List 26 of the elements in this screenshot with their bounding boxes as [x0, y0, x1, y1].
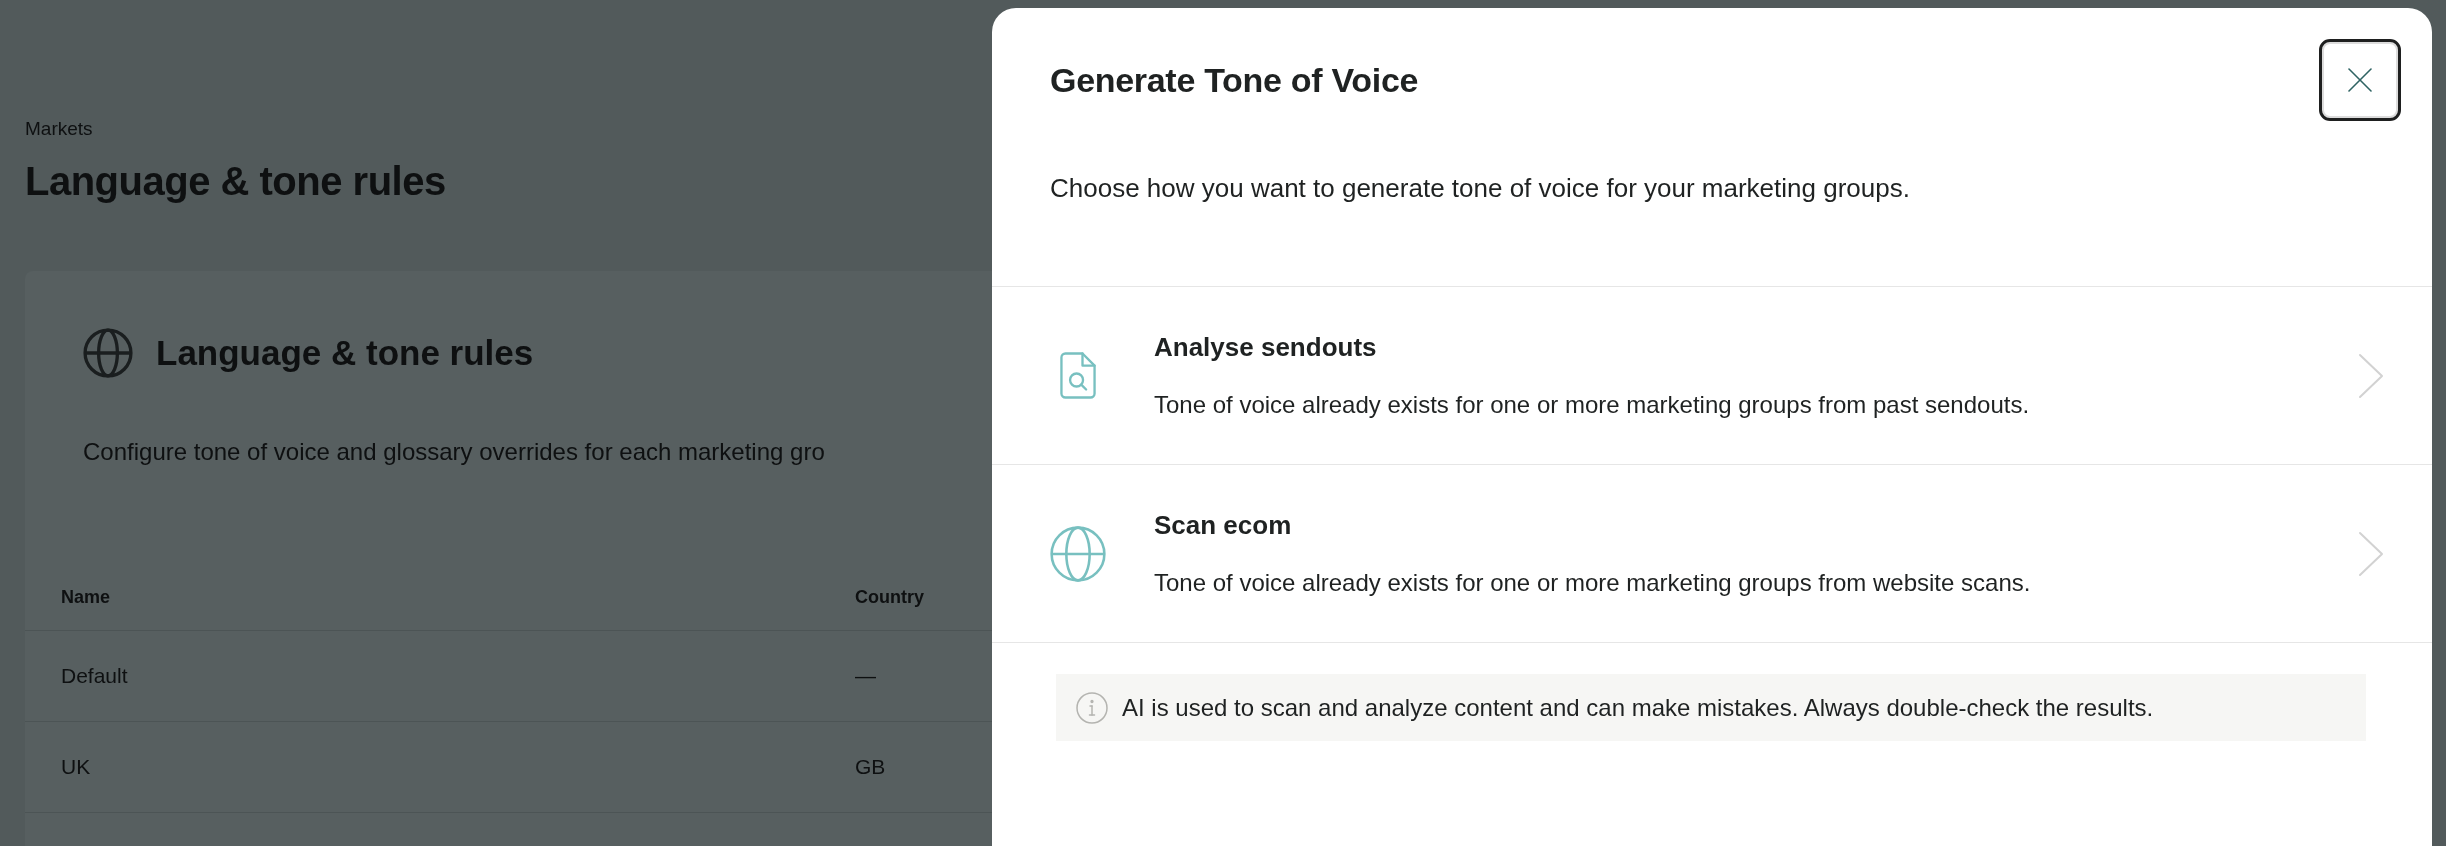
option-row[interactable]: Scan ecom Tone of voice already exists for one or more marketing groups from website scans.: [992, 465, 2432, 643]
close-icon: [2348, 68, 2372, 92]
dialog-title: Generate Tone of Voice: [1050, 60, 1419, 101]
info-icon: [1076, 691, 1108, 724]
table-cell: GB: [855, 754, 886, 780]
dialog-subtitle: Choose how you want to generate tone of voice for your marketing groups.: [992, 170, 2432, 287]
table-cell: UK: [61, 754, 91, 780]
chevron-right-icon: [2358, 530, 2384, 577]
option-title: Analyse sendouts: [1154, 331, 1377, 364]
column-header: Name: [61, 586, 111, 609]
card-description: Configure tone of voice and glossary overrides for each marketing gro: [83, 437, 825, 467]
close-button[interactable]: [2319, 39, 2401, 121]
table-cell: Default: [61, 663, 128, 689]
chevron-right-icon: [2358, 352, 2384, 399]
card-title: Language & tone rules: [156, 332, 534, 374]
option-title: Scan ecom: [1154, 509, 1292, 542]
notice-text: AI is used to scan and analyze content and can make mistakes. Always double-check the results.: [1122, 692, 2154, 723]
option-row[interactable]: Analyse sendouts Tone of voice already exists for one or more marketing groups from past sendouts.: [992, 287, 2432, 465]
page-title: Language & tone rules: [25, 158, 446, 205]
column-header: Country: [855, 586, 924, 609]
option-description: Tone of voice already exists for one or more marketing groups from website scans.: [1154, 568, 2031, 598]
globe-icon: [83, 328, 133, 378]
option-description: Tone of voice already exists for one or more marketing groups from past sendouts.: [1154, 390, 2030, 420]
table-cell: —: [855, 663, 876, 689]
globe-icon: [1050, 525, 1106, 582]
file-search-icon: [1060, 352, 1096, 399]
